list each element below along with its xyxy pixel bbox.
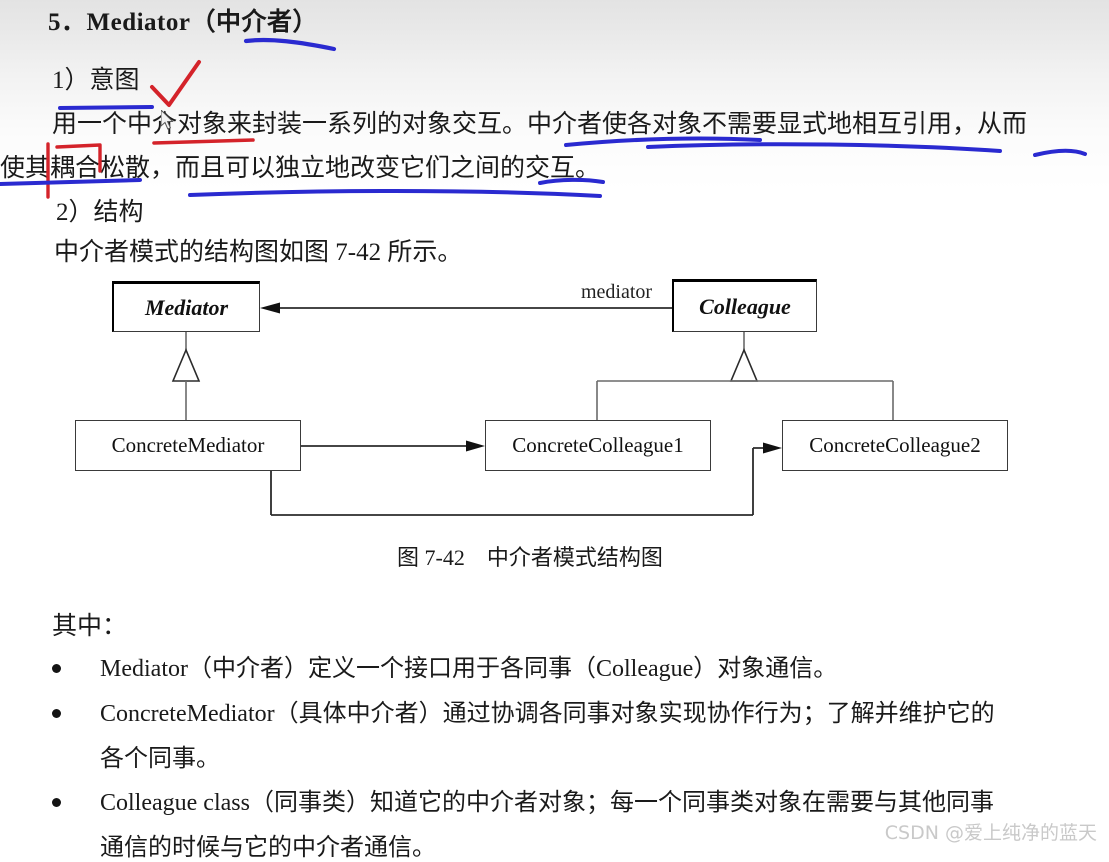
ink-underline-4 bbox=[1033, 148, 1087, 157]
ink-underline-heading bbox=[243, 37, 337, 52]
structure-reference-line: 中介者模式的结构图如图 7-42 所示。 bbox=[54, 239, 463, 266]
page-title: 5．Mediator（中介者） bbox=[48, 9, 318, 36]
section-label-structure: 2）结构 bbox=[56, 199, 144, 226]
ink-underline-red-1 bbox=[152, 138, 255, 145]
list-item-label-continued: 通信的时候与它的中介者通信。 bbox=[100, 835, 436, 861]
uml-structure-diagram: Mediator Colleague ConcreteMediator Conc… bbox=[0, 268, 1109, 536]
figure-caption: 图 7-42 中介者模式结构图 bbox=[397, 545, 663, 570]
section-label-intent: 1）意图 bbox=[52, 67, 140, 94]
uml-association-label-mediator: mediator bbox=[581, 281, 653, 303]
mouse-cursor-icon bbox=[161, 110, 174, 130]
list-item-label: Colleague class（同事类）知道它的中介者对象；每一个同事类对象在需… bbox=[100, 790, 994, 816]
ink-check-mark bbox=[150, 60, 201, 107]
uml-box-concrete-mediator: ConcreteMediator bbox=[75, 420, 301, 471]
bullet-dot-icon bbox=[52, 798, 61, 807]
watermark: CSDN @爱上纯净的蓝天 bbox=[884, 822, 1097, 844]
ink-underline-3 bbox=[646, 142, 1002, 153]
intent-paragraph-line-1: 用一个中介对象来封装一系列的对象交互。中介者使各对象不需要显式地相互引用，从而 bbox=[52, 111, 1028, 138]
document-page: 5．Mediator（中介者） 1）意图 用一个中介对象来封装一系列的对象交互。… bbox=[0, 0, 1109, 861]
uml-box-concrete-colleague1: ConcreteColleague1 bbox=[485, 420, 711, 471]
list-item-label-continued: 各个同事。 bbox=[100, 746, 220, 772]
uml-box-colleague: Colleague bbox=[672, 279, 817, 332]
uml-box-mediator: Mediator bbox=[112, 281, 260, 332]
uml-box-concrete-colleague2: ConcreteColleague2 bbox=[782, 420, 1008, 471]
list-item-label: Mediator（中介者）定义一个接口用于各同事（Colleague）对象通信。 bbox=[100, 656, 838, 682]
bullet-dot-icon bbox=[52, 664, 61, 673]
intent-paragraph-line-2: 使其耦合松散，而且可以独立地改变它们之间的交互。 bbox=[0, 155, 601, 182]
list-item-label: ConcreteMediator（具体中介者）通过协调各同事对象实现协作行为；了… bbox=[100, 701, 995, 727]
where-label: 其中： bbox=[52, 613, 128, 640]
bullet-dot-icon bbox=[52, 709, 61, 718]
ink-underline-6 bbox=[188, 189, 602, 198]
